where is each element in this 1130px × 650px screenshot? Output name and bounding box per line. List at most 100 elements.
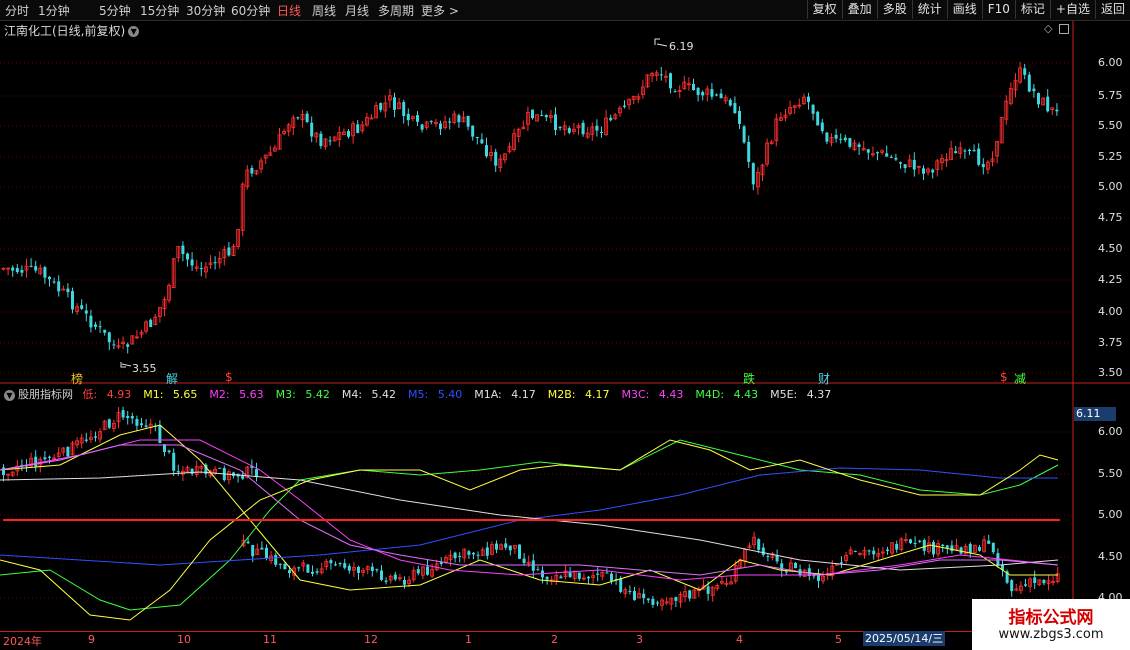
indicator-legend[interactable]: ▼ 股朋指标网 低: 4.93 M1: 5.65 M2: 5.63 M3: 5.42 M4…	[4, 386, 843, 402]
event-marker-dollar[interactable]: $	[1000, 370, 1008, 384]
indicator-candle-body	[297, 567, 301, 569]
indicator-candle-body	[393, 574, 397, 580]
candle-body	[554, 114, 557, 130]
candle-body	[393, 97, 396, 110]
candle-body	[609, 117, 613, 121]
candle-body	[439, 123, 442, 130]
indicator-candle-body	[504, 543, 508, 548]
indicator-candle-body	[255, 469, 258, 477]
chevron-down-icon[interactable]: ▼	[4, 389, 15, 401]
candle-body	[701, 92, 705, 96]
candle-body	[466, 115, 470, 127]
candle-body	[98, 326, 102, 328]
candle-body	[34, 266, 38, 271]
indicator-candle-body	[559, 576, 563, 579]
indicator-candle-body	[577, 572, 581, 579]
indicator-candle-body	[306, 564, 310, 573]
indicator-candle-body	[508, 545, 512, 551]
candle-body	[623, 105, 626, 107]
indicator-candle-body	[619, 578, 623, 593]
indicator-candle-body	[426, 566, 429, 575]
indicator-candle-body	[370, 566, 374, 571]
date-tick: 9	[88, 633, 95, 646]
candle-body	[659, 74, 663, 76]
indicator-candle-body	[628, 590, 632, 592]
indicator-item: M2: 5.63	[209, 388, 264, 401]
candle-body	[669, 73, 672, 89]
low-annotation: 3.55	[120, 362, 157, 375]
indicator-candle-body	[453, 552, 457, 559]
indicator-candle-body	[288, 570, 291, 574]
indicator-candle-body	[458, 555, 462, 557]
indicator-candle-body	[416, 569, 420, 574]
indicator-candle-body	[94, 436, 97, 438]
event-marker-list[interactable]: 榜	[71, 370, 83, 387]
indicator-candle-body	[48, 456, 51, 458]
indicator-candle-body	[343, 563, 347, 568]
event-marker-finance[interactable]: 财	[818, 370, 830, 387]
indicator-candle-body	[403, 579, 406, 585]
candle-body	[733, 103, 737, 114]
indicator-candle-body	[794, 562, 797, 569]
indicator-candle-body	[945, 545, 949, 548]
indicator-candle-body	[283, 563, 287, 570]
candle-body	[475, 136, 479, 139]
indicator-candle-body	[476, 554, 480, 556]
indicator-candle-body	[66, 446, 70, 457]
price-axis-label: 6.00	[1098, 56, 1123, 69]
candle-body	[356, 124, 360, 133]
date-tick: 10	[177, 633, 191, 646]
candle-body	[48, 276, 51, 280]
indicator-candle-body	[172, 452, 176, 471]
candle-body	[480, 139, 484, 144]
indicator-candle-body	[347, 565, 351, 571]
price-axis-label: 5.25	[1098, 150, 1123, 163]
indicator-candle-body	[251, 544, 255, 557]
indicator-candle-body	[380, 570, 383, 580]
candle-body	[807, 96, 810, 103]
candle-body	[347, 131, 350, 137]
indicator-candle-body	[1024, 584, 1027, 586]
indicator-item: M4: 5.42	[341, 388, 397, 401]
line-m5	[0, 467, 1058, 566]
candle-body	[107, 332, 111, 343]
candle-body	[457, 115, 461, 123]
price-axis-label: 5.00	[1098, 180, 1123, 193]
candle-body	[15, 268, 19, 272]
event-marker-dollar[interactable]: $	[225, 370, 233, 384]
candle-body	[540, 115, 544, 117]
indicator-candle-body	[1042, 580, 1046, 584]
candle-body	[968, 149, 971, 151]
candle-body	[742, 126, 746, 143]
candle-body	[922, 168, 925, 174]
candle-body	[600, 132, 603, 134]
candle-body	[715, 94, 718, 96]
indicator-candle-body	[978, 547, 981, 551]
indicator-candle-body	[357, 566, 360, 573]
indicator-candle-body	[784, 571, 788, 573]
indicator-candle-body	[1010, 580, 1014, 592]
candle-body	[567, 128, 571, 133]
candle-body	[66, 288, 70, 293]
indicator-candle-body	[913, 543, 917, 545]
indicator-axis-label: 4.50	[1098, 550, 1123, 563]
indicator-candle-body	[867, 550, 871, 552]
event-marker-drop[interactable]: 跌	[743, 370, 755, 387]
indicator-candle-body	[886, 549, 889, 551]
candle-body	[972, 150, 976, 152]
line-m1	[0, 439, 1059, 621]
indicator-candle-body	[176, 471, 180, 473]
indicator-candle-body	[34, 456, 38, 467]
indicator-candle-body	[218, 467, 222, 469]
candle-body	[834, 134, 838, 139]
chart-canvas[interactable]: 6.19 3.55	[0, 0, 1130, 650]
candle-body	[416, 115, 419, 122]
indicator-candle-body	[135, 419, 139, 426]
indicator-candle-body	[126, 415, 130, 418]
candle-body	[751, 163, 755, 185]
indicator-candle-body	[959, 547, 963, 554]
event-marker-unlock[interactable]: 解	[166, 370, 178, 387]
event-marker-reduce[interactable]: 减	[1014, 370, 1026, 387]
indicator-candle-body	[633, 590, 636, 601]
candle-body	[954, 151, 958, 153]
